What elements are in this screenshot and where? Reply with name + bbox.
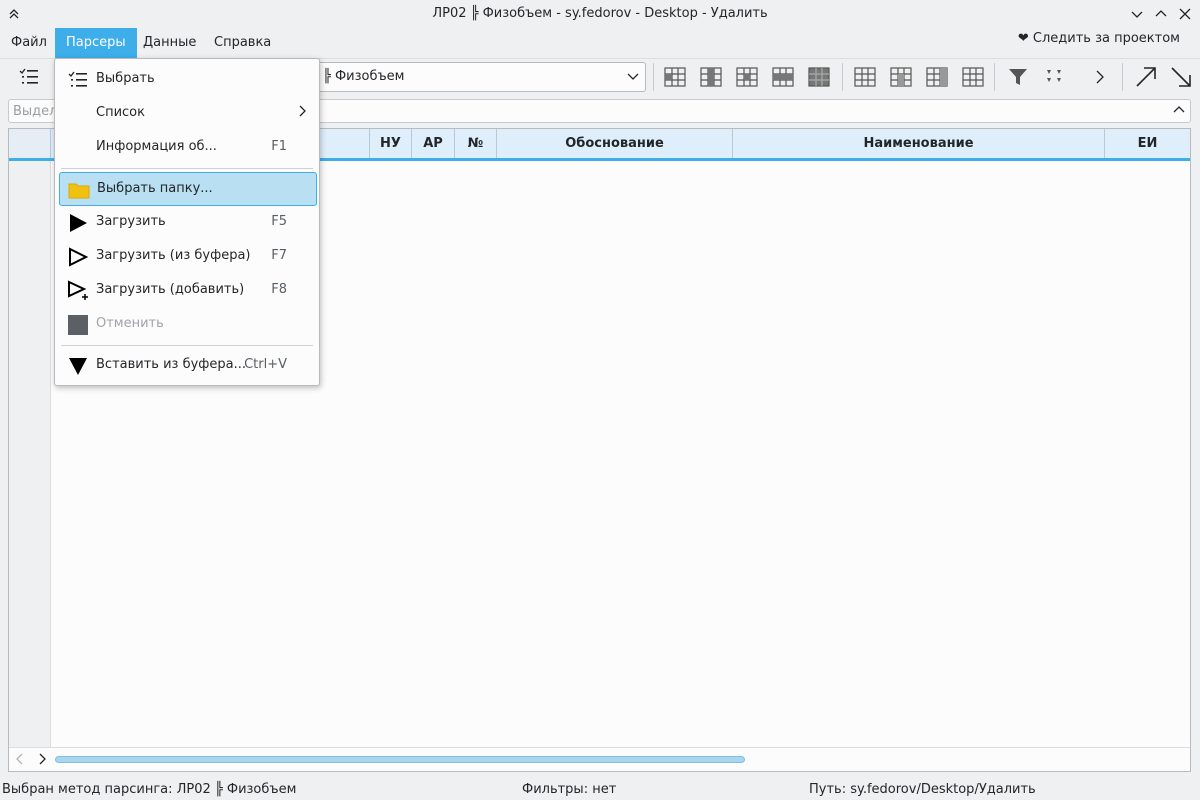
- menu-item-label: Загрузить: [96, 214, 166, 229]
- menu-item-label: Отменить: [96, 316, 164, 331]
- column-header-ar[interactable]: АР: [412, 129, 455, 158]
- chevron-down-icon: [627, 71, 639, 86]
- filter-icon[interactable]: [1003, 62, 1033, 92]
- status-parsing-method: Выбран метод парсинга: ЛР02 ╠ Физобъем: [2, 782, 297, 797]
- grid-view-3-icon[interactable]: [732, 62, 762, 92]
- parsers-dropdown-menu: Выбрать Список Информация об... F1 Выбра…: [54, 58, 320, 386]
- maximize-icon[interactable]: [1151, 4, 1171, 24]
- horizontal-scrollbar[interactable]: [9, 747, 1190, 771]
- menu-item-shortcut: F1: [271, 139, 287, 154]
- status-path: Путь: sy.fedorov/Desktop/Удалить: [809, 782, 1036, 797]
- grid-view-1-icon[interactable]: [660, 62, 690, 92]
- menu-item-label: Выбрать папку...: [97, 181, 213, 196]
- table-layout-1-icon[interactable]: [850, 62, 880, 92]
- arrow-up-right-icon[interactable]: [1131, 62, 1161, 92]
- table-layout-2-icon[interactable]: [886, 62, 916, 92]
- menu-item-paste-from-buffer[interactable]: Вставить из буфера... Ctrl+V: [59, 349, 317, 383]
- column-header-number[interactable]: №: [455, 129, 497, 158]
- status-bar: Выбран метод парсинга: ЛР02 ╠ Физобъем Ф…: [0, 778, 1200, 800]
- play-filled-icon: [67, 212, 89, 234]
- menu-item-load[interactable]: Загрузить F5: [59, 206, 317, 240]
- selection-filter-placeholder: Выдел: [13, 104, 58, 119]
- menu-item-load-append[interactable]: Загрузить (добавить) F8: [59, 274, 317, 308]
- status-filters: Фильтры: нет: [522, 782, 617, 797]
- chevron-up-icon[interactable]: [1172, 103, 1186, 121]
- menu-item-shortcut: F5: [271, 214, 287, 229]
- menu-item-select-folder[interactable]: Выбрать папку...: [59, 172, 317, 206]
- list-select-icon[interactable]: [14, 62, 44, 92]
- menu-bar: Файл Парсеры Данные Справка ❤ Следить за…: [0, 28, 1200, 58]
- column-header-unit[interactable]: ЕИ: [1105, 129, 1190, 158]
- title-bar: ЛР02 ╠ Физобъем - sy.fedorov - Desktop -…: [0, 0, 1200, 28]
- toolbar-separator: [653, 63, 654, 91]
- menu-file[interactable]: Файл: [0, 28, 58, 58]
- scroll-left-icon[interactable]: [15, 752, 25, 770]
- list-select-icon: [67, 69, 89, 91]
- grid-view-4-icon[interactable]: [768, 62, 798, 92]
- toolbar-separator: [842, 63, 843, 91]
- column-header-name[interactable]: Наименование: [733, 129, 1105, 158]
- follow-project-link[interactable]: ❤ Следить за проектом: [1018, 31, 1180, 46]
- menu-item-label: Загрузить (добавить): [96, 282, 245, 297]
- row-header-column: [9, 161, 51, 747]
- menu-item-info[interactable]: Информация об... F1: [59, 131, 317, 165]
- column-header-nu[interactable]: НУ: [370, 129, 412, 158]
- table-layout-3-icon[interactable]: [922, 62, 952, 92]
- chevron-right-icon: [297, 104, 307, 122]
- menu-separator: [61, 168, 313, 169]
- menu-item-shortcut: Ctrl+V: [244, 357, 287, 372]
- menu-item-select[interactable]: Выбрать: [59, 63, 317, 97]
- menu-item-shortcut: F7: [271, 248, 287, 263]
- close-icon[interactable]: [1175, 4, 1195, 24]
- parser-combo[interactable]: ╠ Физобъем: [316, 62, 646, 92]
- menu-item-label: Информация об...: [96, 139, 217, 154]
- column-header-justification[interactable]: Обоснование: [497, 129, 733, 158]
- arrow-down-right-icon[interactable]: [1166, 62, 1196, 92]
- chevron-right-icon[interactable]: [1085, 62, 1115, 92]
- window-title: ЛР02 ╠ Физобъем - sy.fedorov - Desktop -…: [432, 6, 768, 21]
- minimize-icon[interactable]: [1127, 4, 1147, 24]
- menu-separator: [61, 345, 313, 346]
- menu-item-label: Вставить из буфера...: [96, 357, 247, 372]
- play-outline-icon: [67, 246, 89, 268]
- parser-combo-value: ╠ Физобъем: [323, 69, 405, 84]
- stop-icon: [67, 314, 89, 336]
- table-layout-4-icon[interactable]: [958, 62, 988, 92]
- toolbar-separator: [1122, 63, 1123, 91]
- scroll-right-icon[interactable]: [37, 752, 47, 770]
- scrollbar-thumb[interactable]: [55, 756, 745, 763]
- grid-view-2-icon[interactable]: [696, 62, 726, 92]
- menu-item-shortcut: F8: [271, 282, 287, 297]
- down-triangle-icon: [67, 355, 89, 377]
- menu-help[interactable]: Справка: [203, 28, 282, 58]
- menu-item-cancel: Отменить: [59, 308, 317, 342]
- row-header-corner: [9, 129, 51, 158]
- menu-item-list[interactable]: Список: [59, 97, 317, 131]
- menu-item-load-from-buffer[interactable]: Загрузить (из буфера) F7: [59, 240, 317, 274]
- play-add-icon: [67, 280, 89, 302]
- menu-item-label: Выбрать: [96, 71, 155, 86]
- folder-icon: [68, 179, 90, 201]
- menu-data[interactable]: Данные: [132, 28, 207, 58]
- expand-all-icon[interactable]: [1039, 62, 1069, 92]
- menu-parsers[interactable]: Парсеры: [55, 28, 137, 58]
- menu-item-label: Загрузить (из буфера): [96, 248, 251, 263]
- menu-item-label: Список: [96, 105, 145, 120]
- toolbar-separator: [994, 63, 995, 91]
- grid-view-5-icon[interactable]: [804, 62, 834, 92]
